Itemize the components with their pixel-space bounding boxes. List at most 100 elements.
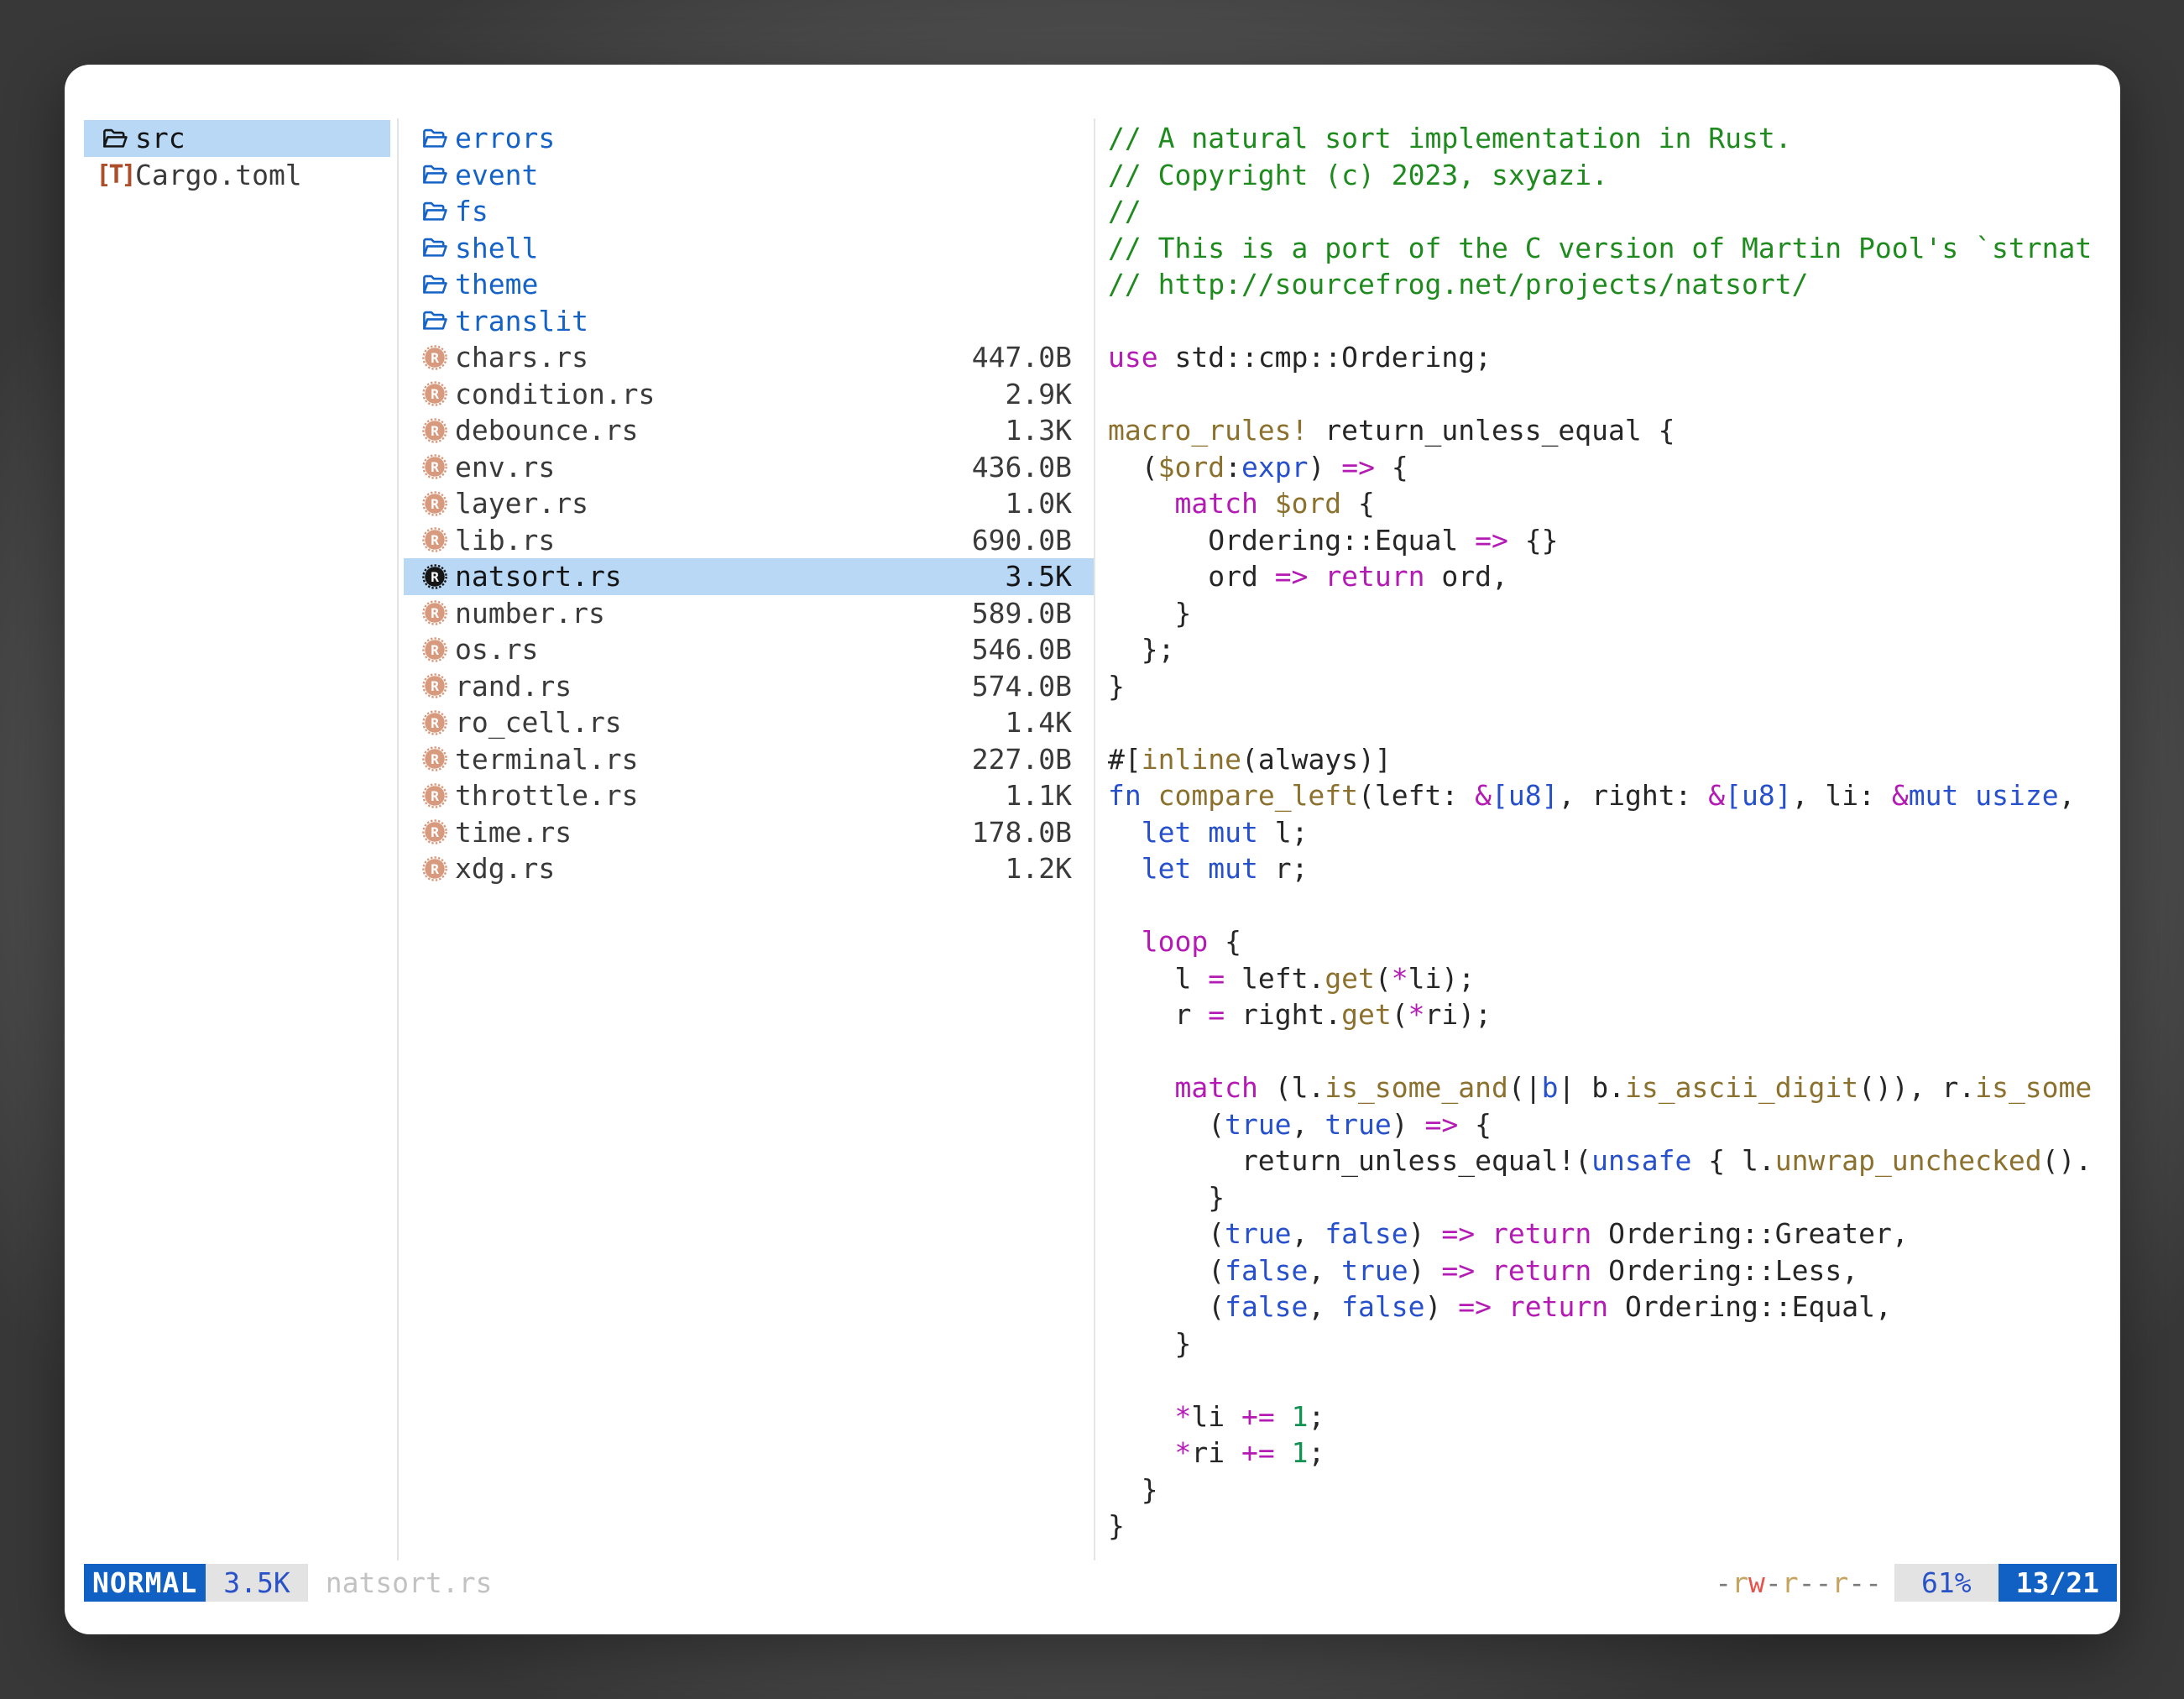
code-line: match $ord { [1108, 485, 2120, 522]
file-row-number-rs[interactable]: Rnumber.rs 589.0B [404, 595, 1094, 632]
file-name: theme [455, 268, 538, 301]
code-line: } [1108, 1472, 2120, 1508]
file-row-debounce-rs[interactable]: Rdebounce.rs1.3K [404, 412, 1094, 449]
code-line: *ri += 1; [1108, 1435, 2120, 1472]
file-row-ro-cell-rs[interactable]: Rro_cell.rs1.4K [404, 704, 1094, 741]
file-row-env-rs[interactable]: Renv.rs 436.0B [404, 449, 1094, 486]
file-row-terminal-rs[interactable]: Rterminal.rs227.0B [404, 741, 1094, 778]
file-row-layer-rs[interactable]: Rlayer.rs1.0K [404, 485, 1094, 522]
code-line: #[inline(always)] [1108, 741, 2120, 778]
code-line: // This is a port of the C version of Ma… [1108, 230, 2120, 267]
rust-icon: R [421, 452, 449, 481]
code-line [1108, 376, 2120, 413]
svg-text:R: R [431, 788, 439, 804]
folder-open-icon [421, 197, 449, 226]
file-row-os-rs[interactable]: Ros.rs546.0B [404, 631, 1094, 668]
code-line: (false, false) => return Ordering::Equal… [1108, 1289, 2120, 1325]
pane-divider [397, 118, 399, 1560]
code-line: l = left.get(*li); [1108, 960, 2120, 997]
rust-icon: R [421, 525, 449, 554]
svg-text:R: R [431, 350, 439, 366]
rust-icon: R [421, 708, 449, 737]
status-bar: NORMAL 3.5K natsort.rs -rw-r--r-- 61% 13… [84, 1564, 2117, 1602]
pane-divider [1094, 118, 1095, 1560]
file-permissions: -rw-r--r-- [1715, 1564, 1882, 1602]
file-row-theme[interactable]: theme [404, 266, 1094, 303]
file-name: layer.rs [455, 487, 588, 520]
file-row-cargo-toml[interactable]: [T]Cargo.toml [84, 157, 390, 194]
file-row-throttle-rs[interactable]: Rthrottle.rs 1.1K [404, 777, 1094, 814]
yazi-window: src[T]Cargo.toml errors eventfsshell theme… [65, 65, 2120, 1634]
folder-open-icon [101, 124, 129, 153]
rust-icon: R [421, 672, 449, 700]
file-size: 436.0B [972, 451, 1094, 484]
svg-text:R: R [431, 569, 439, 585]
file-name: throttle.rs [455, 779, 639, 812]
file-row-src[interactable]: src [84, 120, 390, 157]
code-line: } [1108, 1508, 2120, 1545]
code-line: r = right.get(*ri); [1108, 996, 2120, 1033]
file-row-event[interactable]: event [404, 157, 1094, 194]
file-size: 3.5K [1006, 560, 1094, 593]
file-size: 1.2K [1006, 852, 1094, 885]
file-size: 546.0B [972, 633, 1094, 666]
svg-text:R: R [431, 642, 439, 658]
file-size: 447.0B [972, 341, 1094, 374]
svg-text:R: R [431, 715, 439, 731]
file-row-translit[interactable]: translit [404, 303, 1094, 340]
file-name: debounce.rs [455, 414, 639, 447]
file-row-time-rs[interactable]: Rtime.rs178.0B [404, 814, 1094, 851]
rust-icon: R [421, 745, 449, 773]
file-row-fs[interactable]: fs [404, 193, 1094, 230]
file-row-errors[interactable]: errors [404, 120, 1094, 157]
rust-icon: R [421, 782, 449, 810]
file-row-rand-rs[interactable]: Rrand.rs574.0B [404, 668, 1094, 705]
file-name: time.rs [455, 816, 572, 849]
file-size: 1.4K [1006, 706, 1094, 739]
selected-file-size-badge: 3.5K [206, 1564, 307, 1602]
code-line: macro_rules! return_unless_equal { [1108, 412, 2120, 449]
code-line [1108, 1033, 2120, 1070]
rust-icon: R [421, 599, 449, 627]
file-name: terminal.rs [455, 743, 639, 776]
file-size: 589.0B [972, 597, 1094, 630]
file-name: Cargo.toml [135, 159, 302, 191]
file-size: 1.1K [1006, 779, 1094, 812]
svg-text:R: R [431, 751, 439, 767]
code-line: (true, true) => { [1108, 1106, 2120, 1143]
svg-text:R: R [431, 386, 439, 402]
svg-text:R: R [431, 459, 439, 475]
rust-icon: R [421, 562, 449, 591]
svg-text:R: R [431, 678, 439, 694]
file-row-xdg-rs[interactable]: Rxdg.rs1.2K [404, 850, 1094, 887]
current-pane: errors eventfsshell themetranslitRchars.rs… [404, 120, 1094, 887]
file-size: 178.0B [972, 816, 1094, 849]
file-row-lib-rs[interactable]: Rlib.rs690.0B [404, 522, 1094, 559]
code-line: // http://sourcefrog.net/projects/natsor… [1108, 266, 2120, 303]
file-row-chars-rs[interactable]: Rchars.rs447.0B [404, 339, 1094, 376]
file-name: src [135, 122, 185, 154]
code-line: } [1108, 1179, 2120, 1216]
code-line: // Copyright (c) 2023, sxyazi. [1108, 157, 2120, 194]
file-name: errors [455, 122, 555, 154]
scroll-percent-badge: 61% [1894, 1564, 1999, 1602]
file-name: env.rs [455, 451, 555, 484]
rust-icon: R [421, 489, 449, 518]
svg-text:R: R [431, 532, 439, 548]
file-name: number.rs [455, 597, 605, 630]
code-line: } [1108, 668, 2120, 705]
folder-open-icon [421, 306, 449, 335]
file-name: event [455, 159, 538, 191]
code-line [1108, 887, 2120, 924]
code-line [1108, 1362, 2120, 1398]
rust-icon: R [421, 416, 449, 445]
toml-icon: [T] [101, 160, 129, 189]
parent-pane: src[T]Cargo.toml [84, 120, 390, 193]
code-line: ord => return ord, [1108, 558, 2120, 595]
code-line: Ordering::Equal => {} [1108, 522, 2120, 559]
file-row-natsort-rs[interactable]: Rnatsort.rs3.5K [404, 558, 1094, 595]
file-name: shell [455, 232, 538, 264]
code-line: // A natural sort implementation in Rust… [1108, 120, 2120, 157]
file-row-shell[interactable]: shell [404, 230, 1094, 267]
file-row-condition-rs[interactable]: Rcondition.rs2.9K [404, 376, 1094, 413]
